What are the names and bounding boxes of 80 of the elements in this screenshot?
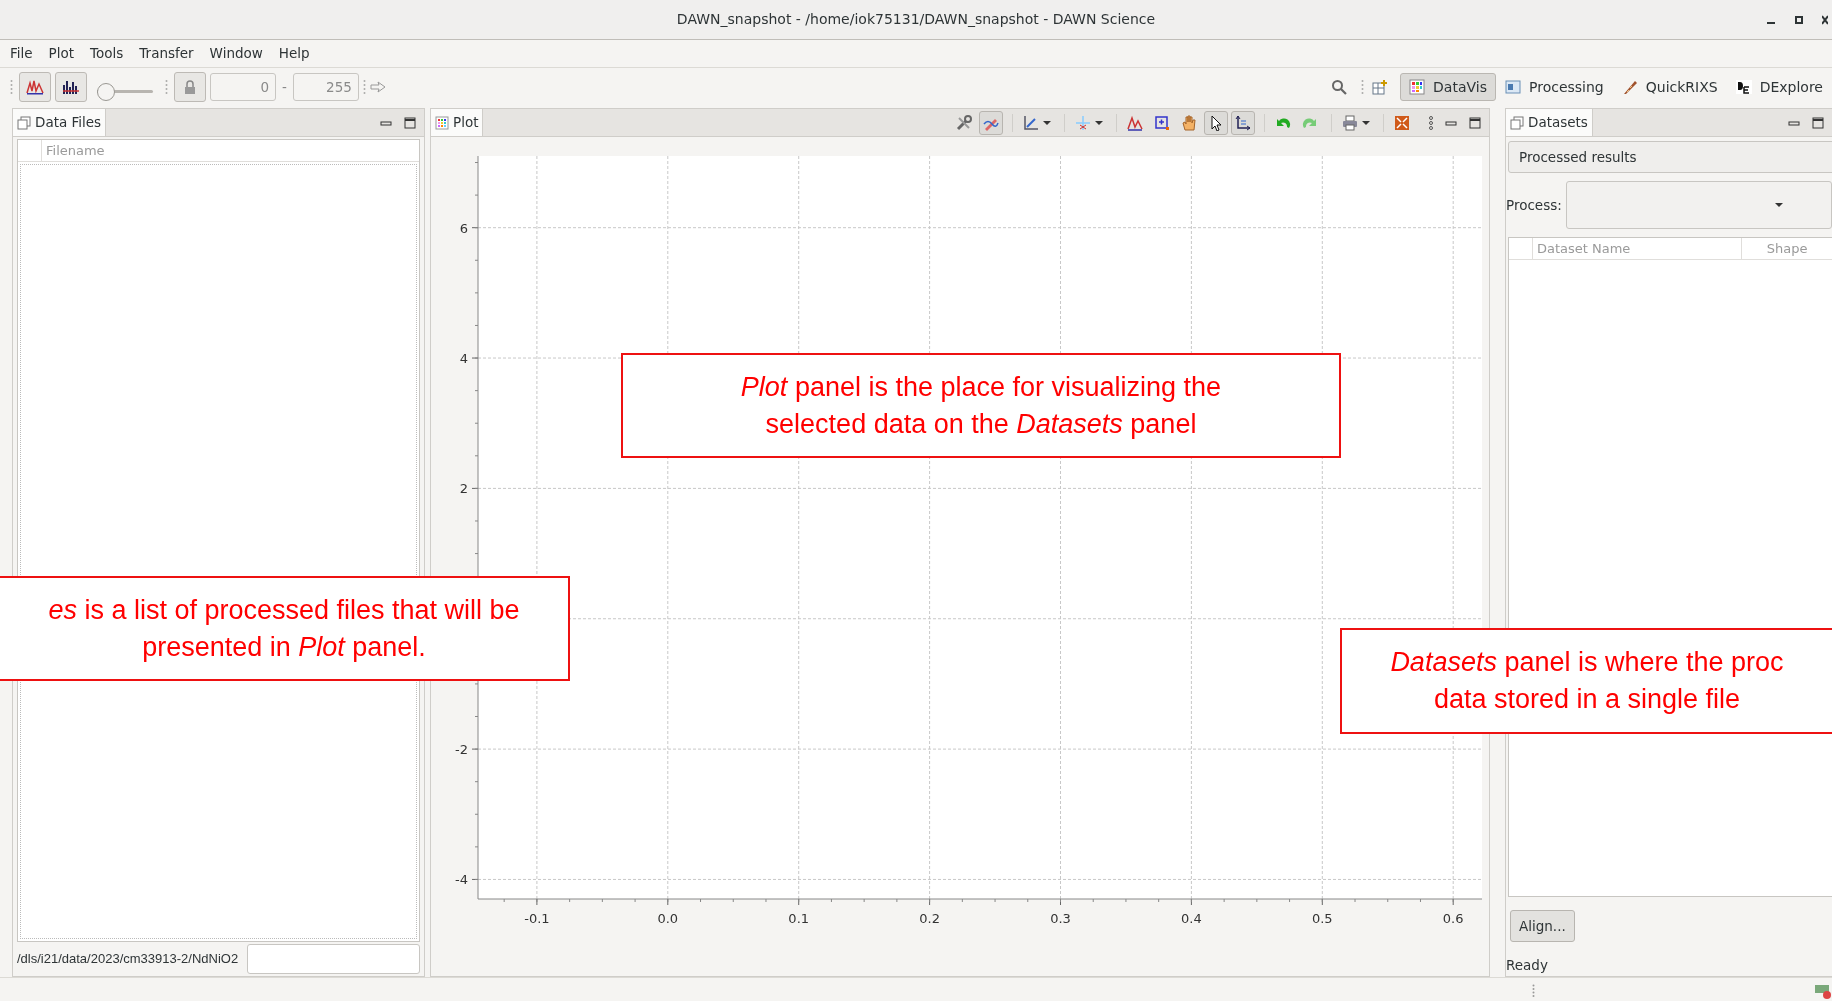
caret-icon [1043,120,1051,125]
toolbar-grip-icon[interactable] [1361,79,1365,95]
align-button[interactable]: Align... [1510,910,1575,942]
tick-label: -0.1 [524,911,550,926]
spectrum-icon [26,79,44,95]
source-dropdown[interactable]: Processed results [1508,141,1832,173]
maximize-icon[interactable] [1794,14,1804,25]
process-label: Process: [1506,195,1562,215]
fullscreen-icon [1394,114,1410,131]
tick-label: 0.6 [1442,911,1464,926]
tick-label: 0.0 [657,911,679,926]
axis-icon [1023,114,1039,131]
vertical-dots-icon[interactable] [1429,115,1433,130]
menu-item[interactable]: File [10,43,33,64]
toolbar-button[interactable] [1204,110,1228,135]
tools-icon [956,114,972,131]
toolbar-grip-icon[interactable] [362,79,366,95]
status-text: Ready [1506,956,1548,976]
spectrum-button[interactable] [19,72,51,102]
tick-label: 0.1 [788,911,810,926]
maximize-icon[interactable] [1469,116,1481,129]
tick-label: 4 [459,351,468,367]
caret-icon [1775,203,1783,207]
panel-tab[interactable]: Datasets [1506,109,1593,136]
menu-item[interactable]: Window [209,43,263,64]
hand-icon [1181,114,1197,131]
histogram-icon [62,79,80,95]
maximize-icon[interactable] [1812,116,1824,129]
tick-label: -2 [455,742,468,758]
window-title: DAWN_snapshot - /home/iok75131/DAWN_snapshot - DAWN Science [676,10,1156,29]
perspective-button[interactable]: Processing [1496,73,1613,101]
separator-handle-icon [1532,984,1535,998]
menu-item[interactable]: Plot [48,43,75,64]
palette-icon [1409,79,1426,95]
toolbar-grip-icon[interactable] [10,79,13,95]
caret-icon [1362,120,1370,125]
panel-tab[interactable]: Data Files [13,109,107,136]
slider-thumb[interactable] [97,83,115,101]
file-path: /dls/i21/data/2023/cm33913-2/NdNiO2 [17,950,240,969]
menu-item[interactable]: Transfer [139,43,194,64]
toolbar-button[interactable] [1231,110,1255,135]
crosshair-icon [1075,114,1091,131]
letters-icon [1735,79,1752,95]
perspective-button[interactable]: QuickRIXS [1612,73,1727,101]
callout-text: Datasets panel is where the proc data stored in a single file [1390,646,1784,716]
close-icon[interactable] [1822,14,1828,25]
tick-label: -4 [455,872,468,888]
peak-chart-icon [1127,114,1143,131]
ruler-icon [1621,79,1638,95]
menu-item[interactable]: Tools [90,43,124,64]
filter-field[interactable] [247,944,420,974]
tick-label: 0.3 [1050,911,1071,926]
pages-icon [17,115,31,130]
toolbar-grip-icon[interactable] [165,79,168,95]
range-separator: - [282,77,287,97]
menu-item[interactable]: Help [278,43,310,64]
lock-button[interactable] [174,72,206,102]
callout-text: Plot panel is the place for visualizing the selected data on the Datasets panel [740,370,1222,441]
perspective-button[interactable]: DExplore [1726,73,1832,101]
maximize-icon[interactable] [404,116,416,129]
panel-tab[interactable]: Plot [431,109,484,136]
perspective-button[interactable]: DataVis [1400,73,1496,101]
pages-icon [1510,115,1524,130]
callout-text: es is a list of processed files that will be presented in Plot panel. [48,593,520,664]
open-perspective-icon[interactable] [1372,79,1389,95]
tick-label: 0.2 [919,911,940,926]
tick-label: 2 [459,481,468,497]
search-icon[interactable] [1331,79,1348,95]
zoom-box-icon [1154,114,1170,131]
tick-label: 6 [459,220,468,236]
caret-icon [1095,120,1103,125]
tick-label: 0.4 [1181,911,1202,926]
progress-icon[interactable] [1814,982,1832,1000]
histogram-button[interactable] [55,72,87,102]
printer-icon [1342,114,1358,131]
window-icon [1505,79,1521,95]
axes-icon [1235,114,1251,131]
tick-label: 0.5 [1311,911,1333,926]
palette-icon [435,115,449,130]
pointer-icon [1208,114,1224,131]
